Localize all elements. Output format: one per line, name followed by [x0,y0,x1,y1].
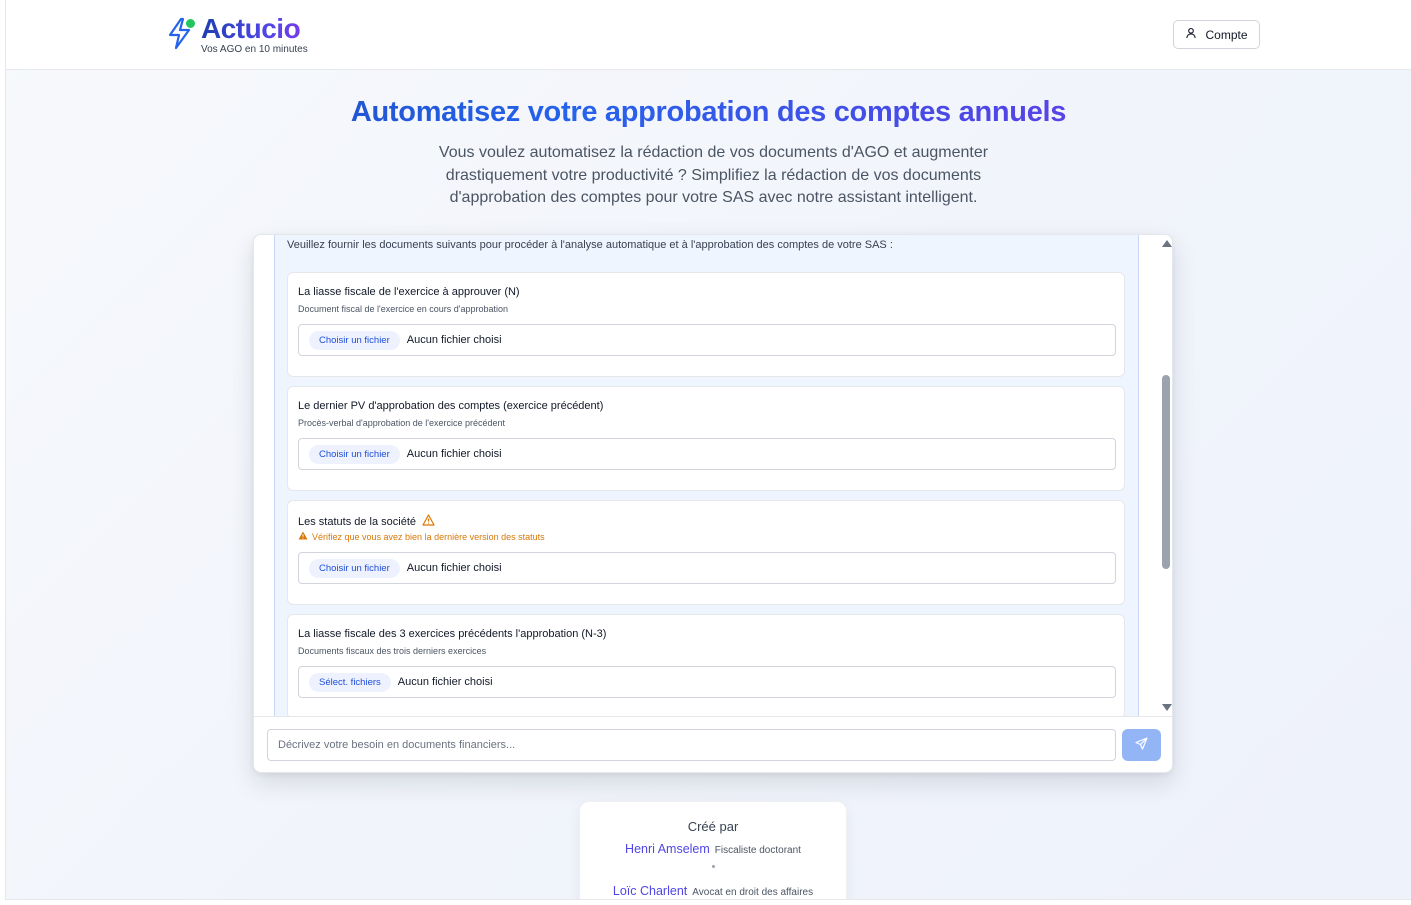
app-frame: Actucio Vos AGO en 10 minutes Compte Aut… [5,0,1411,900]
warning-triangle-icon [422,514,435,529]
document-description: Procès-verbal d'approbation de l'exercic… [298,418,506,428]
chat-input[interactable] [267,729,1116,761]
warning-icon [298,531,308,542]
chat-scrollbar[interactable] [1158,235,1174,716]
document-description: Documents fiscaux des trois derniers exe… [298,646,487,656]
message-intro: Veuillez fournir les documents suivants … [287,239,893,251]
file-input-liasse-n3[interactable]: Sélect. fichiers Aucun fichier choisi [298,666,1116,698]
chat-panel: Veuillez fournir les documents suivants … [253,234,1173,773]
author-loic: Loïc Charlent Avocat en droit des affaire… [580,882,846,899]
send-button[interactable] [1122,729,1161,761]
document-title: La liasse fiscale de l'exercice à approu… [298,286,520,298]
author-role: Fiscaliste doctorant [714,845,801,856]
author-name[interactable]: Henri Amselem [625,842,710,856]
account-button[interactable]: Compte [1173,20,1260,49]
chat-input-row [254,716,1172,774]
select-files-button[interactable]: Sélect. fichiers [309,672,391,692]
document-description: Document fiscal de l'exercice en cours d… [298,304,509,314]
document-card: La liasse fiscale des 3 exercices précéd… [287,614,1125,716]
user-icon [1185,27,1197,42]
send-icon [1135,737,1148,753]
assistant-message: Veuillez fournir les documents suivants … [274,235,1139,716]
document-card: La liasse fiscale de l'exercice à approu… [287,272,1125,377]
file-input-liasse-n[interactable]: Choisir un fichier Aucun fichier choisi [298,324,1116,356]
author-role: Avocat en droit des affaires [692,887,814,898]
file-status: Aucun fichier choisi [406,562,502,574]
author-name[interactable]: Loïc Charlent [613,884,687,898]
page-title: Automatisez votre approbation des compte… [6,96,1411,129]
scrollbar-thumb[interactable] [1162,375,1170,569]
file-input-pv[interactable]: Choisir un fichier Aucun fichier choisi [298,438,1116,470]
file-status: Aucun fichier choisi [397,676,493,688]
credits-title: Créé par [687,819,739,834]
file-status: Aucun fichier choisi [406,448,502,460]
file-status: Aucun fichier choisi [406,334,502,346]
credits-card: Créé par Henri Amselem Fiscaliste doctora… [579,801,847,899]
file-input-statuts[interactable]: Choisir un fichier Aucun fichier choisi [298,552,1116,584]
page-subtitle: Vous voulez automatisez la rédaction de … [438,144,989,206]
document-title: La liasse fiscale des 3 exercices précéd… [298,628,607,640]
scroll-up-arrow-icon[interactable] [1162,240,1172,247]
logo[interactable]: Actucio Vos AGO en 10 minutes [166,14,308,55]
chat-messages[interactable]: Veuillez fournir les documents suivants … [254,235,1154,716]
brand-name: Actucio [201,14,308,44]
top-header: Actucio Vos AGO en 10 minutes Compte [6,0,1411,70]
logo-dot [186,19,195,28]
brand-tagline: Vos AGO en 10 minutes [201,44,308,55]
author-henri: Henri Amselem Fiscaliste doctorant [580,840,846,858]
lightning-logo-icon [166,16,198,50]
document-title: Le dernier PV d'approbation des comptes … [298,400,604,412]
account-label: Compte [1205,27,1248,42]
document-card: Le dernier PV d'approbation des comptes … [287,386,1125,491]
separator-dot [712,865,715,868]
scroll-down-arrow-icon[interactable] [1162,704,1172,711]
choose-file-button[interactable]: Choisir un fichier [309,330,400,350]
document-warning: Vérifiez que vous avez bien la dernière … [298,531,545,542]
choose-file-button[interactable]: Choisir un fichier [309,558,400,578]
document-card: Les statuts de la société Vérifiez que v… [287,500,1125,605]
document-title: Les statuts de la société [298,514,435,529]
choose-file-button[interactable]: Choisir un fichier [309,444,400,464]
